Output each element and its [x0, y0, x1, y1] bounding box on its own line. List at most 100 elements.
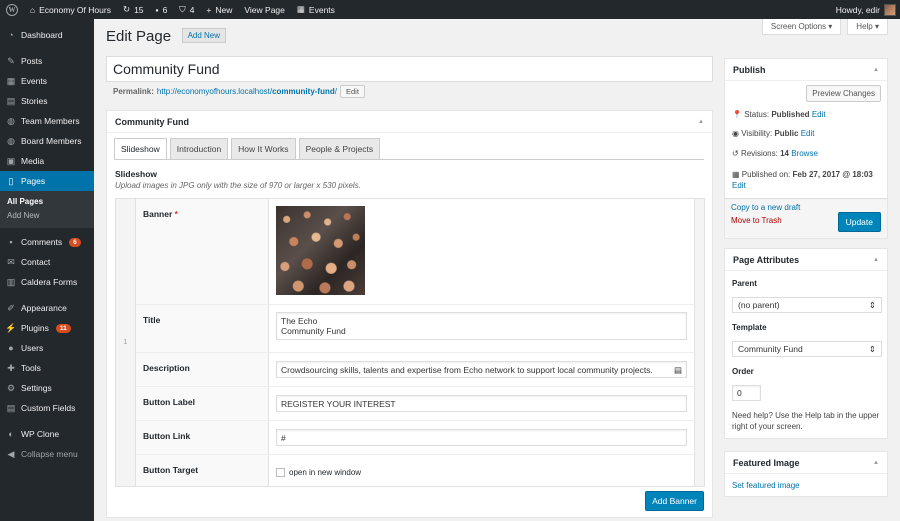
slideshow-field-description: Upload images in JPG only with the size … — [115, 181, 361, 190]
media-icon: ▣ — [6, 155, 16, 166]
menu-custom-fields[interactable]: ▤ Custom Fields — [0, 398, 94, 418]
menu-contact[interactable]: ✉ Contact — [0, 252, 94, 272]
slideshow-field-label: Slideshow — [115, 169, 158, 179]
fields-icon: ▤ — [6, 402, 16, 413]
title-textarea[interactable]: The Echo Community Fund — [276, 312, 687, 340]
tab-slideshow[interactable]: Slideshow — [114, 138, 167, 160]
submenu-all-pages[interactable]: All Pages — [0, 195, 94, 209]
menu-events[interactable]: ▦ Events — [0, 71, 94, 91]
order-input[interactable]: 0 — [732, 385, 761, 401]
view-page-link[interactable]: View Page — [238, 0, 290, 19]
pin-icon: 📍 — [732, 110, 742, 119]
plugin-icon: ⚡ — [5, 322, 17, 333]
menu-caldera-forms[interactable]: ▥ Caldera Forms — [0, 272, 94, 292]
menu-pages[interactable]: ▯ Pages — [0, 171, 94, 191]
select-arrows-icon: ⇕ — [868, 343, 876, 354]
plus-icon: + — [206, 4, 212, 15]
edit-date-link[interactable]: Edit — [732, 181, 746, 190]
comments-link[interactable]: ▪ 6 — [150, 0, 174, 19]
metabox-header[interactable]: Community Fund ▲ — [107, 111, 712, 133]
move-to-trash-link[interactable]: Move to Trash — [731, 216, 782, 225]
menu-tools[interactable]: ✚ Tools — [0, 358, 94, 378]
page-attributes-header[interactable]: Page Attributes ▲ — [725, 249, 887, 271]
row-handle[interactable]: 1 — [116, 199, 136, 486]
button-link-input[interactable]: # — [276, 429, 687, 446]
repeater-row: Banner * Title The Echo Community Fund De… — [136, 199, 694, 486]
edit-permalink-button[interactable]: Edit — [340, 85, 365, 98]
screen-options-button[interactable]: Screen Options ▾ — [761, 19, 842, 35]
parent-select[interactable]: (no parent) ⇕ — [732, 297, 882, 313]
tab-people-projects[interactable]: People & Projects — [298, 138, 381, 160]
help-button[interactable]: Help ▾ — [847, 19, 888, 35]
pages-submenu: All Pages Add New — [0, 191, 94, 228]
permalink-url[interactable]: http://economyofhours.localhost/communit… — [157, 87, 337, 96]
menu-plugins[interactable]: ⚡ Plugins 11 — [0, 318, 94, 338]
add-banner-button[interactable]: Add Banner — [645, 491, 704, 511]
user-icon: ● — [8, 343, 14, 353]
button-label-row: Button Label REGISTER YOUR INTEREST — [136, 387, 694, 421]
row-end-handle — [694, 199, 704, 486]
page-header: Edit Page Add New — [106, 28, 227, 45]
new-window-checkbox[interactable] — [276, 467, 285, 477]
menu-settings[interactable]: ⚙ Settings — [0, 378, 94, 398]
submenu-add-new[interactable]: Add New — [0, 209, 94, 223]
pin-icon: ✎ — [7, 55, 15, 66]
template-select[interactable]: Community Fund ⇕ — [732, 341, 882, 357]
menu-wp-clone[interactable]: ◐ WP Clone — [0, 424, 94, 444]
publish-header[interactable]: Publish ▲ — [725, 59, 887, 81]
featured-image-box: Featured Image ▲ Set featured image — [724, 451, 888, 497]
comments-badge: 6 — [69, 237, 81, 247]
browse-revisions-link[interactable]: Browse — [791, 149, 818, 158]
menu-board-members[interactable]: ◍ Board Members — [0, 131, 94, 151]
collapse-menu[interactable]: ◀ Collapse menu — [0, 444, 94, 464]
status-line: 📍 Status: Published Edit — [732, 110, 826, 119]
edit-status-link[interactable]: Edit — [812, 110, 826, 119]
description-row: Description Crowdsourcing skills, talent… — [136, 353, 694, 387]
visibility-line: ◉ Visibility: Public Edit — [732, 129, 815, 138]
toggle-arrow-icon[interactable]: ▲ — [873, 67, 879, 73]
updates-link[interactable]: ↻ 15 — [117, 0, 150, 19]
toggle-arrow-icon[interactable]: ▲ — [873, 257, 879, 263]
published-on-line: ▦ Published on: Feb 27, 2017 @ 18:03 Edit — [732, 170, 873, 190]
edit-visibility-link[interactable]: Edit — [801, 129, 815, 138]
menu-media[interactable]: ▣ Media — [0, 151, 94, 171]
calendar-icon: ▦ — [6, 75, 16, 86]
menu-appearance[interactable]: ✐ Appearance — [0, 298, 94, 318]
wpforms-link[interactable]: ⛉ 4 — [173, 0, 200, 19]
update-button[interactable]: Update — [837, 212, 881, 232]
menu-posts[interactable]: ✎ Posts — [0, 51, 94, 71]
post-title-input[interactable]: Community Fund — [106, 56, 713, 82]
parent-label: Parent — [732, 279, 757, 288]
tab-how-it-works[interactable]: How It Works — [231, 138, 296, 160]
group-icon: ◍ — [7, 135, 15, 146]
plugins-badge: 11 — [55, 323, 71, 333]
stories-icon: ▤ — [6, 95, 16, 106]
toggle-arrow-icon[interactable]: ▲ — [873, 460, 879, 466]
wp-logo-menu[interactable]: W — [0, 0, 24, 19]
new-content-link[interactable]: + New — [200, 0, 238, 19]
my-account[interactable]: Howdy, edir — [836, 3, 900, 16]
copy-to-draft-link[interactable]: Copy to a new draft — [731, 203, 800, 212]
button-label-input[interactable]: REGISTER YOUR INTEREST — [276, 395, 687, 412]
button-target-label: Button Target — [136, 455, 269, 486]
clone-icon: ◐ — [8, 429, 14, 439]
menu-comments[interactable]: ▪ Comments 6 — [0, 232, 94, 252]
metabox-tabs: Slideshow Introduction How It Works Peop… — [114, 138, 381, 160]
tab-introduction[interactable]: Introduction — [169, 138, 229, 160]
list-icon: ▤ — [673, 365, 682, 375]
add-new-button[interactable]: Add New — [181, 28, 227, 43]
toggle-arrow-icon[interactable]: ▲ — [698, 119, 704, 125]
site-name-link[interactable]: ⌂ Economy Of Hours — [24, 0, 117, 19]
eye-icon: ◉ — [732, 129, 739, 138]
description-input[interactable]: Crowdsourcing skills, talents and expert… — [276, 361, 687, 378]
set-featured-image-link[interactable]: Set featured image — [732, 481, 800, 490]
menu-dashboard[interactable]: ◔ Dashboard — [0, 25, 94, 45]
menu-stories[interactable]: ▤ Stories — [0, 91, 94, 111]
banner-image[interactable] — [276, 206, 365, 295]
preview-changes-button[interactable]: Preview Changes — [806, 85, 881, 102]
events-link[interactable]: ▦ Events — [291, 0, 341, 19]
menu-team-members[interactable]: ◍ Team Members — [0, 111, 94, 131]
menu-users[interactable]: ● Users — [0, 338, 94, 358]
wordpress-icon: W — [6, 3, 18, 16]
featured-image-header[interactable]: Featured Image ▲ — [725, 452, 887, 474]
